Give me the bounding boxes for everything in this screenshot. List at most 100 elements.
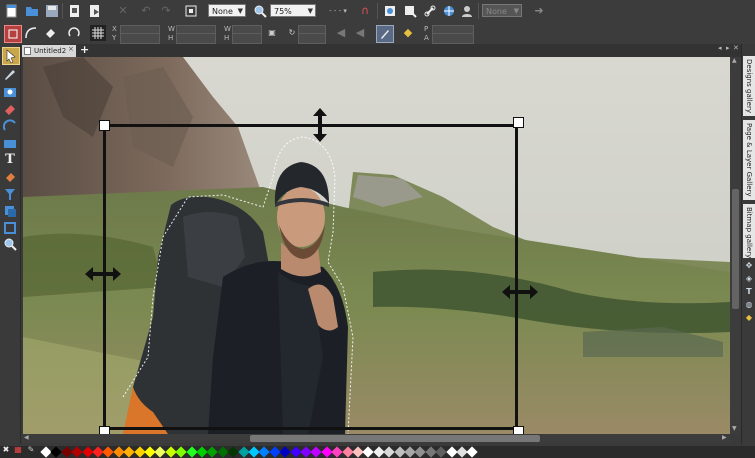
disabled-select-value: None [486,7,507,16]
pen-tool-icon[interactable] [2,66,18,82]
mould-tool-icon[interactable] [2,220,18,236]
quality-select[interactable]: None ▼ [208,4,246,17]
vertical-scrollbar[interactable]: ▲ ▼ [730,57,741,434]
selector-tool-icon[interactable] [2,47,20,65]
colour-palette: ✖ ▦ ✎ [0,444,755,458]
skew-field[interactable] [298,33,326,44]
colour-swatch[interactable] [227,446,239,458]
vertical-scroll-thumb[interactable] [732,189,739,309]
colour-swatch[interactable] [466,446,479,458]
grid-icon[interactable] [90,25,106,41]
tab-scroll-right-icon[interactable]: ▸ [726,44,730,52]
bitmap-gallery-label: Bitmap gallery [745,207,753,259]
photo-open-icon[interactable] [402,3,418,19]
import-icon[interactable] [67,3,83,19]
scroll-down-icon[interactable]: ▼ [732,425,737,432]
page-layer-gallery-tab[interactable]: Page & Layer Gallery [743,120,755,200]
colour-swatch[interactable] [175,446,187,458]
resize-horizontal-arrow-right-icon[interactable] [501,283,539,301]
drawing-canvas[interactable] [23,57,730,434]
bitmap-gallery-tab[interactable]: Bitmap gallery [743,204,755,258]
delete-icon: ✕ [118,4,128,17]
designs-gallery-tab[interactable]: Designs gallery [743,56,755,116]
disabled-select: None ▼ [482,4,522,17]
zoom-icon[interactable] [252,3,268,19]
colour-swatch[interactable] [331,446,343,458]
name-gallery-icon[interactable]: ◆ [742,312,755,324]
resize-horizontal-arrow-left-icon[interactable] [84,265,122,283]
scale-h-field[interactable] [232,33,262,44]
a-field[interactable] [432,33,474,44]
height-field[interactable] [176,33,216,44]
magnet-snap-icon[interactable]: ∩ [357,3,373,19]
user-globe-icon[interactable] [459,3,475,19]
lock-aspect-icon[interactable]: ▣ [264,25,280,41]
fill-tool-icon[interactable] [42,25,58,41]
colour-swatch[interactable] [435,446,447,458]
save-icon[interactable] [44,3,60,19]
zoom-select[interactable]: 75% ▼ [270,4,316,17]
open-folder-icon[interactable] [24,3,40,19]
rectangle-tool-icon[interactable] [2,136,18,152]
redo-icon: ↷ [161,4,171,17]
colour-picker-icon[interactable]: ▦ [13,444,23,456]
link-icon[interactable] [422,3,438,19]
no-colour-icon[interactable]: ✖ [1,444,11,456]
colour-swatch[interactable] [383,446,395,458]
close-tab-icon[interactable]: × [68,45,74,53]
scale-w-label: W [224,25,231,33]
zoom-tool-icon[interactable] [2,236,18,252]
forward-arrow-icon: ➜ [534,4,544,17]
transparency-tool-icon[interactable] [2,186,18,202]
main-toolbar: ✕ ↶ ↷ None ▼ 75% ▼ - - - ▾ ∩ None ▼ ➜ [0,0,755,23]
flip-vertical-icon: ◀ [355,26,365,39]
curve-edit-icon[interactable] [23,25,39,41]
rotate-tool-icon[interactable] [66,25,82,41]
fill-tool-side-icon[interactable] [2,169,18,185]
toolbox: T [0,44,21,444]
p-label: P [424,25,429,33]
clipart-icon[interactable] [382,3,398,19]
close-document-icon[interactable]: ✕ [733,44,739,52]
scroll-left-icon[interactable]: ◀ [24,434,29,441]
shadow-tool-icon[interactable] [2,118,18,134]
tag-icon[interactable]: ◆ [400,25,416,41]
y-field[interactable] [120,33,160,44]
handle-bottom-right[interactable] [513,426,524,434]
horizontal-scrollbar[interactable]: ◀ ▶ [23,434,730,443]
horizontal-scroll-thumb[interactable] [250,435,540,442]
resize-vertical-arrow-icon[interactable] [311,107,329,143]
document-icon [24,47,31,55]
eyedropper-icon[interactable]: ✎ [26,444,36,456]
selector-mode-icon[interactable] [4,25,22,43]
colour-swatch[interactable] [123,446,135,458]
w-label: W [168,25,175,33]
handle-top-left[interactable] [99,120,110,131]
scroll-up-icon[interactable]: ▲ [732,57,737,64]
quality-value: None [212,7,233,16]
colour-swatch[interactable] [71,446,83,458]
colour-swatch[interactable] [279,446,291,458]
selection-rectangle[interactable] [103,124,518,430]
tab-scroll-left-icon[interactable]: ◂ [718,44,722,52]
bevel-tool-icon[interactable] [2,203,18,219]
new-tab-icon[interactable]: + [80,43,89,56]
pen-nib-icon[interactable] [376,25,394,43]
photo-tool-icon[interactable] [2,84,18,100]
y-label: Y [112,34,117,42]
gallery-panel: Designs gallery Page & Layer Gallery Bit… [741,44,755,444]
scroll-right-icon[interactable]: ▶ [722,434,727,441]
handle-bottom-left[interactable] [99,426,110,434]
zoom-value: 75% [274,7,292,16]
x-label: X [112,25,117,33]
line-width-icon[interactable]: - - - ▾ [323,3,353,19]
export-icon[interactable] [87,3,103,19]
eraser-tool-icon[interactable] [2,101,18,117]
new-document-icon[interactable] [4,3,20,19]
handle-top-right[interactable] [513,117,524,128]
h-label: H [168,34,174,42]
transform-icon[interactable] [183,3,199,19]
text-tool-icon[interactable]: T [2,152,18,168]
web-preview-icon[interactable] [441,3,457,19]
a-label: A [424,34,429,42]
